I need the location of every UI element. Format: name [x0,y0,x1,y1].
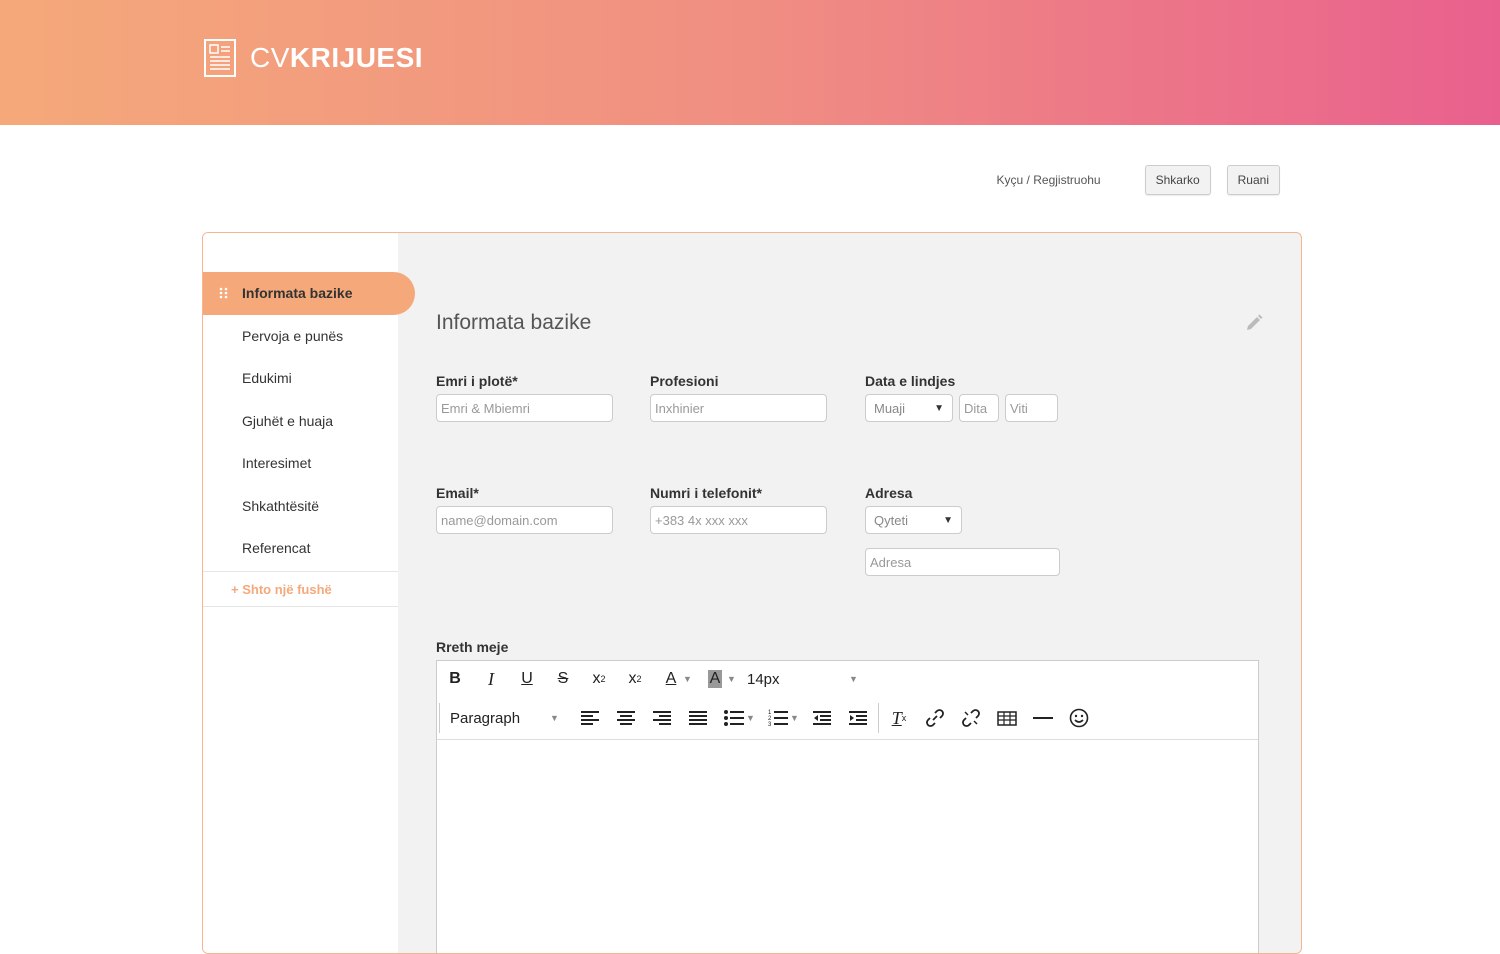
italic-icon[interactable]: I [473,661,509,697]
brand-logo[interactable]: CVKRIJUESI [204,39,423,77]
brand-name: CVKRIJUESI [250,42,423,74]
chevron-down-icon: ▼ [550,713,559,723]
dropdown-arrow-icon: ▼ [943,514,953,526]
address-input[interactable] [865,548,1060,576]
subscript-icon[interactable]: x2 [581,661,617,697]
birth-date-label: Data e lindjes [865,373,956,389]
emoji-icon[interactable] [1061,700,1097,736]
phone-label: Numri i telefonit* [650,485,763,501]
birth-year-input[interactable] [1005,394,1058,422]
rich-text-editor: B I U S x2 x2 A ▼ A ▼ 14px ▼ Paragraph ▼… [436,660,1259,953]
section-title: Informata bazike [436,311,592,334]
toolbar-divider [878,703,879,733]
sidebar-item-education[interactable]: Edukimi [203,357,398,400]
save-button[interactable]: Ruani [1226,165,1280,195]
add-field-button[interactable]: + Shto një fushë [203,571,398,607]
font-size-value: 14px [747,670,780,688]
superscript-icon[interactable]: x2 [617,661,653,697]
bold-icon[interactable]: B [437,661,473,697]
horizontal-rule-icon[interactable] [1025,700,1061,736]
sidebar-item-label: Interesimet [242,455,312,472]
sidebar-item-label: Shkathtësitë [242,497,320,514]
align-right-icon[interactable] [644,700,680,736]
sidebar-item-label: Referencat [242,540,311,557]
sidebar-item-references[interactable]: Referencat [203,527,398,570]
block-format-value: Paragraph [450,709,521,727]
strikethrough-icon[interactable]: S [545,661,581,697]
sidebar-item-label: Gjuhët e huaja [242,412,334,429]
address-label: Adresa [865,485,913,501]
email-input[interactable] [436,506,613,534]
document-icon [204,39,236,77]
brand-name-bold: KRIJUESI [289,42,424,73]
chevron-down-icon[interactable]: ▼ [683,674,697,684]
chevron-down-icon[interactable]: ▼ [790,713,804,723]
toolbar-row-paragraph: Paragraph ▼ ▼ 1 2 3 ▼ T x [437,699,1097,736]
form-content: Informata bazike Emri i plotë* Profesion… [436,233,1266,953]
underline-icon[interactable]: U [509,661,545,697]
pencil-icon[interactable] [1244,313,1264,333]
chevron-down-icon[interactable]: ▼ [727,674,741,684]
sidebar-item-basic-info[interactable]: Informata bazike [203,272,415,315]
outdent-icon[interactable] [804,700,840,736]
download-button[interactable]: Shkarko [1144,165,1211,195]
profession-label: Profesioni [650,373,719,389]
about-me-textarea[interactable] [437,740,1258,953]
top-navigation: Kyçu / Regjistruohu Shkarko Ruani [997,165,1280,195]
section-nav-list: Informata bazike Pervoja e punës Edukimi… [203,272,415,570]
city-value: Qyteti [874,512,908,528]
sidebar-item-skills[interactable]: Shkathtësitë [203,485,398,528]
section-sidebar: Informata bazike Pervoja e punës Edukimi… [203,233,415,953]
phone-input[interactable] [650,506,827,534]
brand-prefix: CV [250,42,290,73]
full-name-label: Emri i plotë* [436,373,518,389]
sidebar-item-interests[interactable]: Interesimet [203,442,398,485]
header-banner: CVKRIJUESI [0,0,1500,125]
svg-text:3: 3 [768,722,772,727]
editor-card: Informata bazike Pervoja e punës Edukimi… [202,232,1302,954]
toolbar-row-formatting: B I U S x2 x2 A ▼ A ▼ 14px ▼ [437,661,869,697]
drag-handle-icon[interactable] [219,287,229,299]
align-justify-icon[interactable] [680,700,716,736]
birth-day-input[interactable] [959,394,999,422]
sidebar-item-label: Informata bazike [242,285,353,302]
font-size-select[interactable]: 14px ▼ [741,661,869,697]
editor-toolbar: B I U S x2 x2 A ▼ A ▼ 14px ▼ Paragraph ▼… [437,661,1258,740]
toolbar-divider [439,703,440,733]
align-left-icon[interactable] [572,700,608,736]
email-label: Email* [436,485,479,501]
full-name-input[interactable] [436,394,613,422]
table-icon[interactable] [989,700,1025,736]
city-select[interactable]: Qyteti ▼ [865,506,962,534]
sidebar-item-languages[interactable]: Gjuhët e huaja [203,400,398,443]
block-format-select[interactable]: Paragraph ▼ [442,700,572,736]
sidebar-item-label: Pervoja e punës [242,327,344,344]
align-center-icon[interactable] [608,700,644,736]
birth-month-select[interactable]: Muaji ▼ [865,394,953,422]
clear-formatting-icon[interactable]: Tx [881,700,917,736]
sidebar-item-label: Edukimi [242,370,292,387]
about-me-label: Rreth meje [436,639,509,655]
chevron-down-icon[interactable]: ▼ [746,713,760,723]
profession-input[interactable] [650,394,827,422]
login-register-link[interactable]: Kyçu / Regjistruohu [997,173,1101,187]
unlink-icon[interactable] [953,700,989,736]
birth-month-value: Muaji [874,400,906,416]
dropdown-arrow-icon: ▼ [934,402,944,414]
link-icon[interactable] [917,700,953,736]
sidebar-item-work-experience[interactable]: Pervoja e punës [203,315,398,358]
indent-icon[interactable] [840,700,876,736]
chevron-down-icon: ▼ [849,674,858,684]
